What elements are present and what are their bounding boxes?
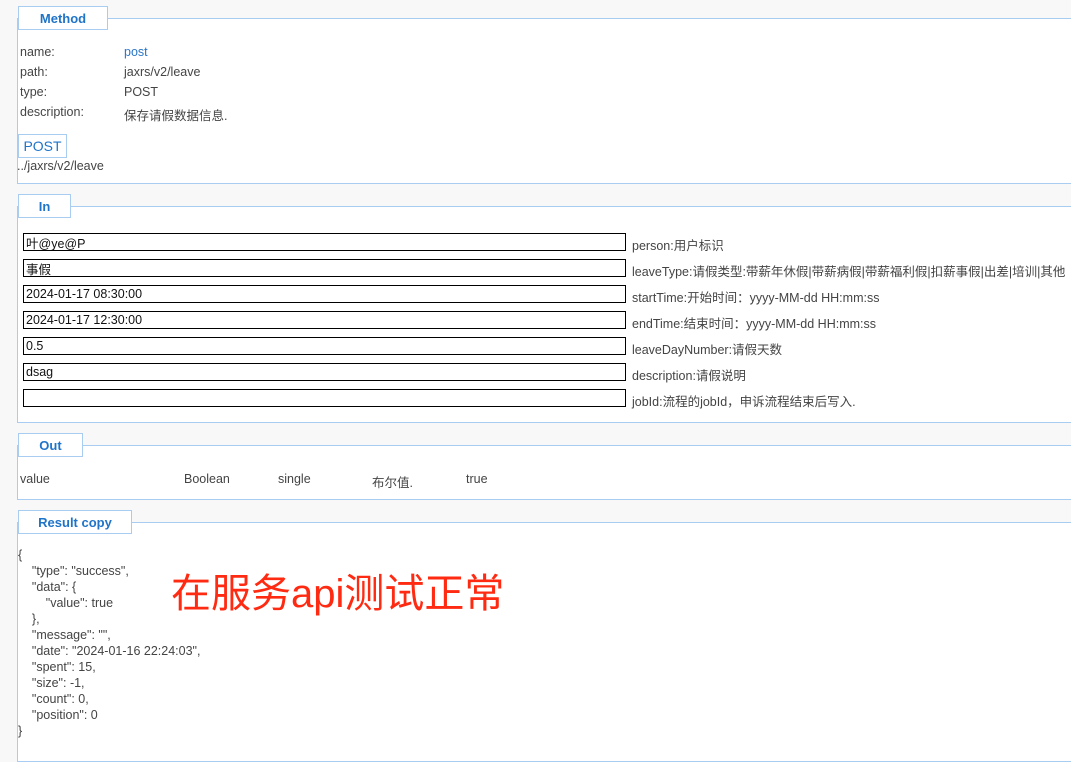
out-type: Boolean bbox=[184, 472, 230, 486]
type-label: type: bbox=[20, 85, 48, 99]
name-value: post bbox=[124, 45, 148, 59]
leavedaynumber-input[interactable] bbox=[23, 337, 626, 355]
person-label: person:用户标识 bbox=[632, 239, 724, 253]
description-param-label: description:请假说明 bbox=[632, 369, 746, 383]
out-panel: Out value Boolean single 布尔值. true bbox=[17, 433, 1071, 500]
path-value: jaxrs/v2/leave bbox=[124, 65, 201, 79]
description-input[interactable] bbox=[23, 363, 626, 381]
name-label: name: bbox=[20, 45, 55, 59]
in-panel: In person:用户标识 leaveType:请假类型:带薪年休假|带薪病假… bbox=[17, 194, 1071, 423]
out-description: 布尔值. bbox=[372, 476, 413, 490]
type-value: POST bbox=[124, 85, 159, 99]
out-legend: Out bbox=[18, 433, 83, 457]
leavedaynumber-label: leaveDayNumber:请假天数 bbox=[632, 343, 783, 357]
endtime-input[interactable] bbox=[23, 311, 626, 329]
starttime-input[interactable] bbox=[23, 285, 626, 303]
jobid-label: jobId:流程的jobId，申诉流程结束后写入. bbox=[632, 395, 856, 409]
description-value: 保存请假数据信息. bbox=[124, 109, 228, 123]
result-panel: Result copy { "type": "success", "data":… bbox=[17, 510, 1071, 762]
method-panel: Method name: post path: jaxrs/v2/leave t… bbox=[17, 6, 1071, 184]
jobid-input[interactable] bbox=[23, 389, 626, 407]
method-legend: Method bbox=[18, 6, 108, 30]
endtime-label: endTime:结束时间：yyyy-MM-dd HH:mm:ss bbox=[632, 317, 876, 331]
out-multiplicity: single bbox=[278, 472, 311, 486]
leavetype-input[interactable] bbox=[23, 259, 626, 277]
description-label: description: bbox=[20, 105, 84, 119]
path-label: path: bbox=[20, 65, 48, 79]
annotation-text: 在服务api测试正常 bbox=[171, 572, 505, 616]
method-url: ../jaxrs/v2/leave bbox=[17, 159, 104, 173]
leavetype-label: leaveType:请假类型:带薪年休假|带薪病假|带薪福利假|扣薪事假|出差|… bbox=[632, 265, 1066, 279]
post-button[interactable]: POST bbox=[18, 134, 67, 158]
result-legend: Result copy bbox=[18, 510, 132, 534]
in-legend: In bbox=[18, 194, 71, 218]
person-input[interactable] bbox=[23, 233, 626, 251]
out-example: true bbox=[466, 472, 488, 486]
out-name: value bbox=[20, 472, 50, 486]
starttime-label: startTime:开始时间：yyyy-MM-dd HH:mm:ss bbox=[632, 291, 880, 305]
